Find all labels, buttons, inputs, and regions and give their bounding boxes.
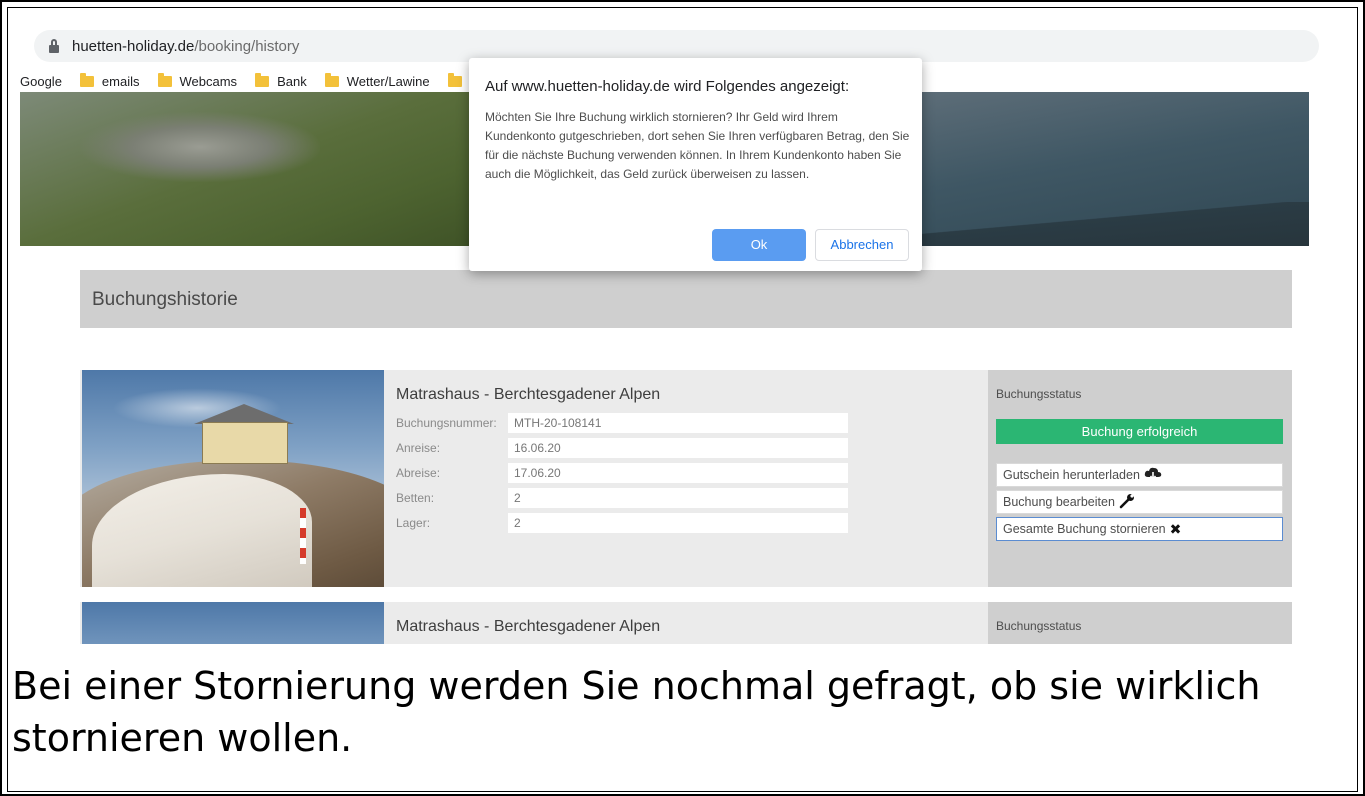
status-heading: Buchungsstatus xyxy=(996,387,1082,401)
button-label: Buchung bearbeiten xyxy=(1003,495,1115,509)
field-value: 16.06.20 xyxy=(508,438,848,458)
caption-text: Bei einer Stornierung werden Sie nochmal… xyxy=(12,664,1261,760)
button-label: Gutschein herunterladen xyxy=(1003,468,1140,482)
folder-icon xyxy=(79,72,94,87)
screenshot: huetten-holiday.de/booking/history Googl… xyxy=(8,8,1357,644)
field-value: MTH-20-108141 xyxy=(508,413,848,433)
folder-icon xyxy=(324,72,339,87)
button-label: Gesamte Buchung stornieren xyxy=(1003,522,1166,536)
bookmark-label: Webcams xyxy=(179,73,238,89)
bookmark-bank[interactable]: Bank xyxy=(255,72,307,89)
dialog-title: Auf www.huetten-holiday.de wird Folgende… xyxy=(485,78,850,95)
booking-status-panel: Buchungsstatus xyxy=(988,602,1292,644)
bookmark-wetter-lawine[interactable]: Wetter/Lawine xyxy=(324,72,430,89)
page-title: Buchungshistorie xyxy=(92,289,238,310)
field-row-dorm: Lager: 2 xyxy=(396,512,848,534)
field-value: 2 xyxy=(508,488,848,508)
field-label: Betten: xyxy=(396,491,435,505)
folder-icon xyxy=(447,72,462,87)
hut-photo xyxy=(82,370,384,587)
field-value: 2 xyxy=(508,513,848,533)
url-text: huetten-holiday.de/booking/history xyxy=(72,38,299,55)
status-heading: Buchungsstatus xyxy=(996,619,1082,633)
field-label: Abreise: xyxy=(396,466,441,480)
booking-status-panel: Buchungsstatus Buchung erfolgreich Gutsc… xyxy=(988,370,1292,587)
cloud-download-icon xyxy=(1144,467,1162,484)
folder-icon xyxy=(255,72,270,87)
edit-booking-button[interactable]: Buchung bearbeiten xyxy=(996,490,1283,514)
ok-button[interactable]: Ok xyxy=(712,229,806,261)
hut-name: Matrashaus - Berchtesgadener Alpen xyxy=(396,386,661,403)
field-row-arrival: Anreise: 16.06.20 xyxy=(396,437,848,459)
cancel-button[interactable]: Abbrechen xyxy=(815,229,909,261)
download-voucher-button[interactable]: Gutschein herunterladen xyxy=(996,463,1283,487)
folder-icon xyxy=(157,72,172,87)
hut-name: Matrashaus - Berchtesgadener Alpen xyxy=(396,618,661,635)
bookmark-label: Google xyxy=(20,73,62,89)
close-icon: ✖ xyxy=(1169,520,1182,537)
field-label: Anreise: xyxy=(396,441,441,455)
status-badge: Buchung erfolgreich xyxy=(996,419,1283,444)
section-header: Buchungshistorie xyxy=(80,270,1292,328)
field-row-booking-number: Buchungsnummer: MTH-20-108141 xyxy=(396,412,848,434)
booking-card: Matrashaus - Berchtesgadener Alpen Buchu… xyxy=(80,370,1292,587)
field-row-beds: Betten: 2 xyxy=(396,487,848,509)
confirm-dialog: Auf www.huetten-holiday.de wird Folgende… xyxy=(469,58,922,271)
bookmark-emails[interactable]: emails xyxy=(79,72,140,89)
wrench-icon xyxy=(1119,493,1135,512)
field-value: 17.06.20 xyxy=(508,463,848,483)
booking-card: Matrashaus - Berchtesgadener Alpen Buchu… xyxy=(80,602,1292,644)
url-path: /booking/history xyxy=(194,37,300,55)
bookmark-label: Bank xyxy=(277,73,307,89)
bookmarks-bar: Google emails Webcams Bank Wetter/Lawine… xyxy=(20,70,502,92)
field-label: Buchungsnummer: xyxy=(396,416,497,430)
lock-icon xyxy=(46,38,62,54)
bookmark-webcams[interactable]: Webcams xyxy=(157,72,238,89)
dialog-message: Möchten Sie Ihre Buchung wirklich storni… xyxy=(485,110,910,181)
cancel-booking-button[interactable]: Gesamte Buchung stornieren ✖ xyxy=(996,517,1283,541)
field-row-departure: Abreise: 17.06.20 xyxy=(396,462,848,484)
bookmark-label: Wetter/Lawine xyxy=(346,73,430,89)
url-domain: huetten-holiday.de xyxy=(72,37,195,55)
hut-photo xyxy=(82,602,384,644)
bookmark-label: emails xyxy=(101,73,140,89)
bookmark-google[interactable]: Google xyxy=(20,74,62,89)
field-label: Lager: xyxy=(396,516,431,530)
